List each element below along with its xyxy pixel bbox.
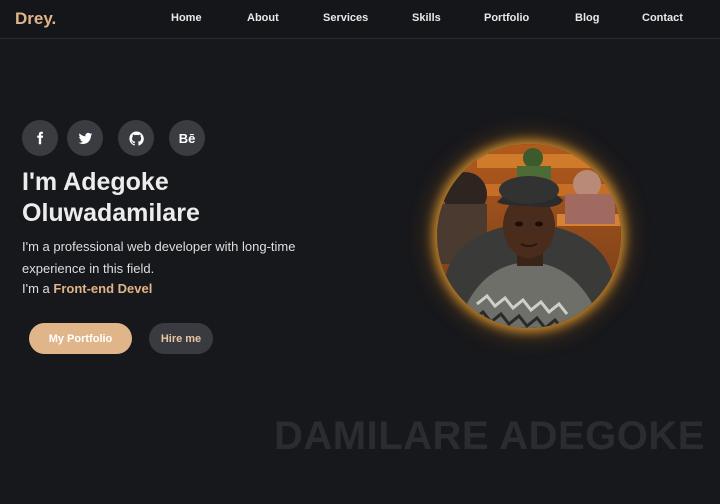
twitter-link[interactable] (67, 120, 103, 156)
hero-title: I'm Adegoke Oluwadamilare (22, 167, 352, 229)
facebook-link[interactable] (22, 120, 58, 156)
site-logo[interactable]: Drey. (15, 9, 56, 29)
my-portfolio-button[interactable]: My Portfolio (29, 323, 132, 354)
profile-photo (437, 144, 621, 328)
nav-link-about[interactable]: About (247, 12, 279, 24)
background-watermark: DAMILARE ADEGOKE (274, 414, 705, 458)
github-link[interactable] (118, 120, 154, 156)
behance-link[interactable]: Bē (169, 120, 205, 156)
role-typed-text: Front-end Devel (53, 281, 153, 296)
twitter-icon (78, 132, 92, 144)
nav-link-services[interactable]: Services (323, 12, 368, 24)
role-line: I'm a Front-end Devel (22, 280, 152, 298)
hero-title-line2: Oluwadamilare (22, 199, 200, 227)
navbar: Drey. Home About Services Skills Portfol… (0, 0, 720, 39)
nav-link-skills[interactable]: Skills (412, 12, 441, 24)
behance-icon: Bē (178, 130, 196, 146)
nav-link-portfolio[interactable]: Portfolio (484, 12, 529, 24)
profile-avatar (437, 144, 621, 328)
hero-title-line1: I'm Adegoke (22, 168, 169, 196)
hire-me-button[interactable]: Hire me (149, 323, 213, 354)
nav-link-contact[interactable]: Contact (642, 12, 683, 24)
role-prefix: I'm a (22, 281, 50, 296)
github-icon (128, 131, 144, 146)
facebook-icon (37, 131, 44, 145)
nav-link-home[interactable]: Home (171, 12, 202, 24)
hero-description: I'm a professional web developer with lo… (22, 239, 296, 276)
nav-link-blog[interactable]: Blog (575, 12, 599, 24)
